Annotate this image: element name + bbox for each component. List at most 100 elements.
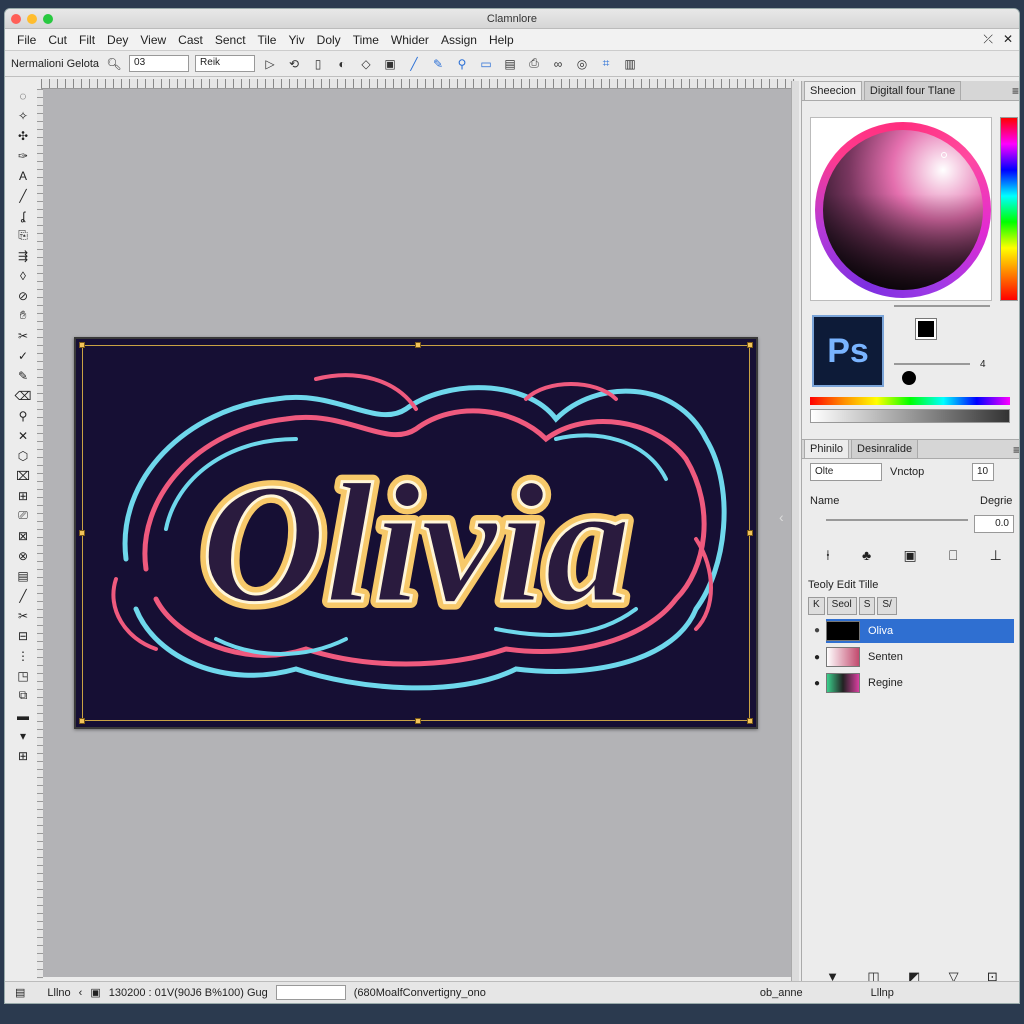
crop-icon[interactable]: ⌧ — [13, 467, 33, 484]
artboard[interactable]: Olivia Olivia — [74, 337, 758, 729]
properties-field-2[interactable]: 10 — [972, 463, 994, 481]
properties-field-1[interactable]: Olte — [810, 463, 882, 481]
scissors-icon[interactable]: ✂ — [13, 327, 33, 344]
visibility-icon[interactable]: ● — [808, 678, 826, 689]
clipboard-icon[interactable]: ▤ — [501, 55, 519, 73]
transform-icon[interactable]: ⟲ — [285, 55, 303, 73]
check-icon[interactable]: ✓ — [13, 347, 33, 364]
menu-dey[interactable]: Dey — [101, 33, 134, 47]
menu-time[interactable]: Time — [347, 33, 385, 47]
play-icon[interactable]: ▷ — [261, 55, 279, 73]
pin-icon[interactable]: ⤫ — [983, 32, 993, 47]
menu-senct[interactable]: Senct — [209, 33, 252, 47]
foreground-swatch[interactable] — [915, 318, 937, 340]
stamp-icon[interactable]: ⊠ — [13, 527, 33, 544]
layers-tab-s2[interactable]: S/ — [877, 597, 897, 615]
measure-icon[interactable]: ▤ — [13, 567, 33, 584]
target-icon[interactable]: ◎ — [573, 55, 591, 73]
pencil-icon[interactable]: ✎ — [13, 367, 33, 384]
tab-phinilo[interactable]: Phinilo — [804, 439, 850, 458]
star-icon[interactable]: ⋮ — [13, 647, 33, 664]
menu-tile[interactable]: Tile — [252, 33, 283, 47]
image-icon[interactable]: ▣ — [903, 547, 916, 564]
layers-tab-s[interactable]: S — [858, 597, 876, 615]
layers-icon[interactable]: ⧉ — [13, 687, 33, 704]
line-icon[interactable]: ╱ — [405, 55, 423, 73]
down-arrow-icon[interactable]: ▾ — [13, 727, 33, 744]
screen-mode-icon[interactable]: ◳ — [13, 667, 33, 684]
eraser-icon[interactable]: ⌫ — [13, 387, 33, 404]
ball-icon[interactable]: ◐ — [333, 55, 351, 73]
opacity-slider[interactable] — [894, 363, 970, 365]
menu-view[interactable]: View — [134, 33, 172, 47]
eyedropper-icon[interactable]: ⎚ — [13, 507, 33, 524]
link-icon[interactable]: ∞ — [549, 55, 567, 73]
menu-help[interactable]: Help — [483, 33, 520, 47]
menu-yiv[interactable]: Yiv — [282, 33, 310, 47]
background-swatch[interactable] — [902, 371, 916, 385]
pin-icon[interactable]: ⍿ — [826, 547, 830, 564]
menu-assign[interactable]: Assign — [435, 33, 483, 47]
file-icon[interactable]: ⎕ — [949, 547, 957, 564]
tab-desinralide[interactable]: Desinralide — [851, 439, 919, 458]
crop-icon[interactable]: ⌗ — [597, 55, 615, 73]
plus-icon[interactable]: ⊥ — [990, 547, 1002, 564]
close-icon[interactable]: ✕ — [1003, 32, 1013, 46]
hand-icon[interactable]: ✋︎ — [13, 307, 33, 324]
brush-icon[interactable]: ╱ — [13, 187, 33, 204]
collapse-panel-arrow[interactable]: ‹ — [779, 509, 784, 525]
shape-icon[interactable]: ⬡ — [13, 447, 33, 464]
zoom-icon[interactable]: 🔍︎ — [105, 55, 123, 73]
color-spectrum[interactable] — [810, 397, 1010, 405]
bar-icon[interactable]: ▯ — [309, 55, 327, 73]
layer-row[interactable]: ● Senten — [808, 645, 1014, 669]
chart-icon[interactable]: ▥ — [621, 55, 639, 73]
type-icon[interactable]: A — [13, 167, 33, 184]
options-field-2[interactable]: Reik — [195, 55, 256, 72]
heal-icon[interactable]: ⊞ — [13, 487, 33, 504]
layer-row[interactable]: ● Oliva — [808, 619, 1014, 643]
status-doc-icon[interactable]: ▣ — [90, 986, 100, 999]
menu-filt[interactable]: Filt — [73, 33, 101, 47]
lasso-icon[interactable]: ◌ — [13, 87, 33, 104]
move-icon[interactable]: ✣ — [13, 127, 33, 144]
wand-icon[interactable]: ✧ — [13, 107, 33, 124]
grid-icon[interactable]: ⊞ — [13, 747, 33, 764]
properties-menu-icon[interactable]: ≡ — [1013, 443, 1019, 457]
layer-row[interactable]: ● Regine — [808, 671, 1014, 695]
bucket-icon[interactable]: ⊗ — [13, 547, 33, 564]
properties-value[interactable]: 0.0 — [974, 515, 1014, 533]
grayscale-ramp[interactable] — [810, 409, 1010, 423]
menu-whider[interactable]: Whider — [385, 33, 435, 47]
pencil-icon[interactable]: ✎ — [429, 55, 447, 73]
frame-tool-icon[interactable]: ⊟ — [13, 627, 33, 644]
frame-icon[interactable]: ▭ — [477, 55, 495, 73]
vertical-scrollbar[interactable] — [791, 81, 799, 981]
blur-icon[interactable]: ◊ — [13, 267, 33, 284]
layers-tab-seol[interactable]: Seol — [826, 597, 857, 615]
visibility-icon[interactable]: ● — [808, 619, 826, 643]
hue-slider[interactable] — [1000, 117, 1018, 301]
path-icon[interactable]: ⊘ — [13, 287, 33, 304]
status-field[interactable] — [275, 985, 346, 1000]
pen-icon[interactable]: ✑ — [13, 147, 33, 164]
stack-icon[interactable]: ▣ — [381, 55, 399, 73]
options-field-1[interactable]: 03 — [129, 55, 190, 72]
canvas-area[interactable]: Olivia Olivia — [43, 89, 791, 977]
menu-cut[interactable]: Cut — [42, 33, 73, 47]
properties-slider[interactable] — [826, 519, 968, 521]
status-arrow-icon[interactable]: ‹ — [79, 987, 83, 999]
diamond-icon[interactable]: ◇ — [357, 55, 375, 73]
tab-sheecion[interactable]: Sheecion — [804, 81, 862, 100]
menu-cast[interactable]: Cast — [172, 33, 209, 47]
visibility-icon[interactable]: ● — [808, 652, 826, 663]
gradient-icon[interactable]: ⇶ — [13, 247, 33, 264]
color-picker-marker[interactable] — [941, 152, 947, 158]
slice-icon[interactable]: ✂ — [13, 607, 33, 624]
smudge-icon[interactable]: ʆ — [13, 207, 33, 224]
menu-file[interactable]: File — [11, 33, 42, 47]
dodge-icon[interactable]: ✕ — [13, 427, 33, 444]
club-icon[interactable]: ♣ — [862, 547, 871, 564]
panel-menu-icon[interactable]: ≡ — [1012, 84, 1019, 98]
zoom-tool-icon[interactable]: ⚲ — [13, 407, 33, 424]
